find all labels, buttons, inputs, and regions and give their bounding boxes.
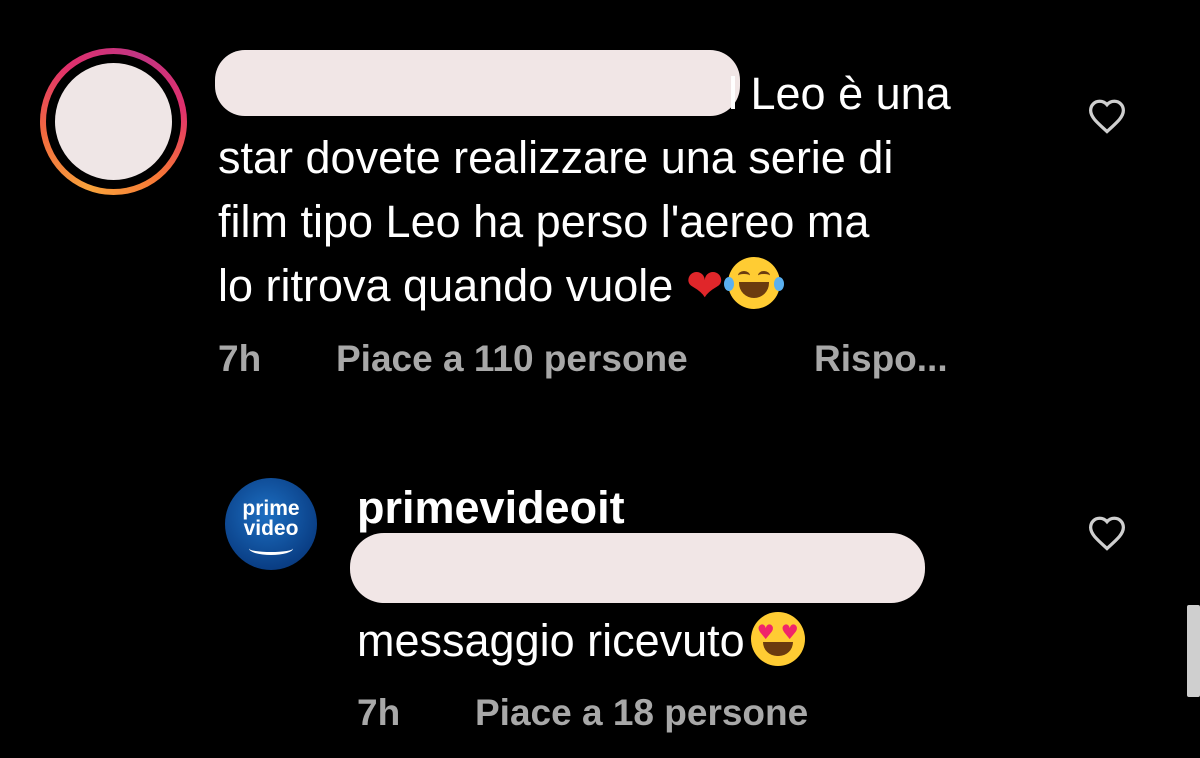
- avatar-ring-gap: [46, 54, 181, 189]
- scrollbar-thumb[interactable]: [1187, 605, 1200, 697]
- comment-line: l Leo è una: [728, 68, 951, 119]
- likes-count-link[interactable]: Piace a 110 persone: [336, 338, 688, 380]
- reply-text: messaggio ricevuto ♥ ♥: [357, 612, 805, 667]
- comment-line-text: lo ritrova quando vuole: [218, 260, 674, 311]
- heart-outline-icon[interactable]: [1087, 515, 1127, 551]
- avatar-primevideo[interactable]: prime video: [225, 478, 317, 570]
- avatar-logo-text: video: [243, 517, 299, 540]
- comment-item: l Leo è una star dovete realizzare una s…: [0, 0, 1200, 400]
- red-heart-emoji: ❤: [685, 259, 724, 312]
- likes-count-link[interactable]: Piace a 18 persone: [475, 692, 808, 734]
- smile-arrow-logo: [249, 542, 293, 555]
- avatar-story-ring[interactable]: [40, 48, 187, 195]
- redacted-text: [350, 533, 925, 603]
- comment-time: 7h: [218, 338, 262, 379]
- comment-line: film tipo Leo ha perso l'aereo ma: [218, 196, 870, 247]
- reply-time: 7h: [357, 692, 401, 733]
- reply-text-content: messaggio ricevuto: [357, 615, 745, 666]
- heart-eyes-emoji: ♥ ♥: [750, 612, 805, 666]
- avatar: [55, 63, 172, 180]
- reply-button[interactable]: Rispo...: [814, 338, 948, 380]
- reply-username[interactable]: primevideoit: [357, 482, 625, 534]
- heart-outline-icon[interactable]: [1087, 98, 1127, 134]
- comment-text: l Leo è una star dovete realizzare una s…: [218, 62, 1038, 318]
- comment-line: lo ritrova quando vuole ❤: [218, 254, 1038, 318]
- comment-line: star dovete realizzare una serie di: [218, 132, 894, 183]
- tears-of-joy-emoji: [723, 257, 784, 309]
